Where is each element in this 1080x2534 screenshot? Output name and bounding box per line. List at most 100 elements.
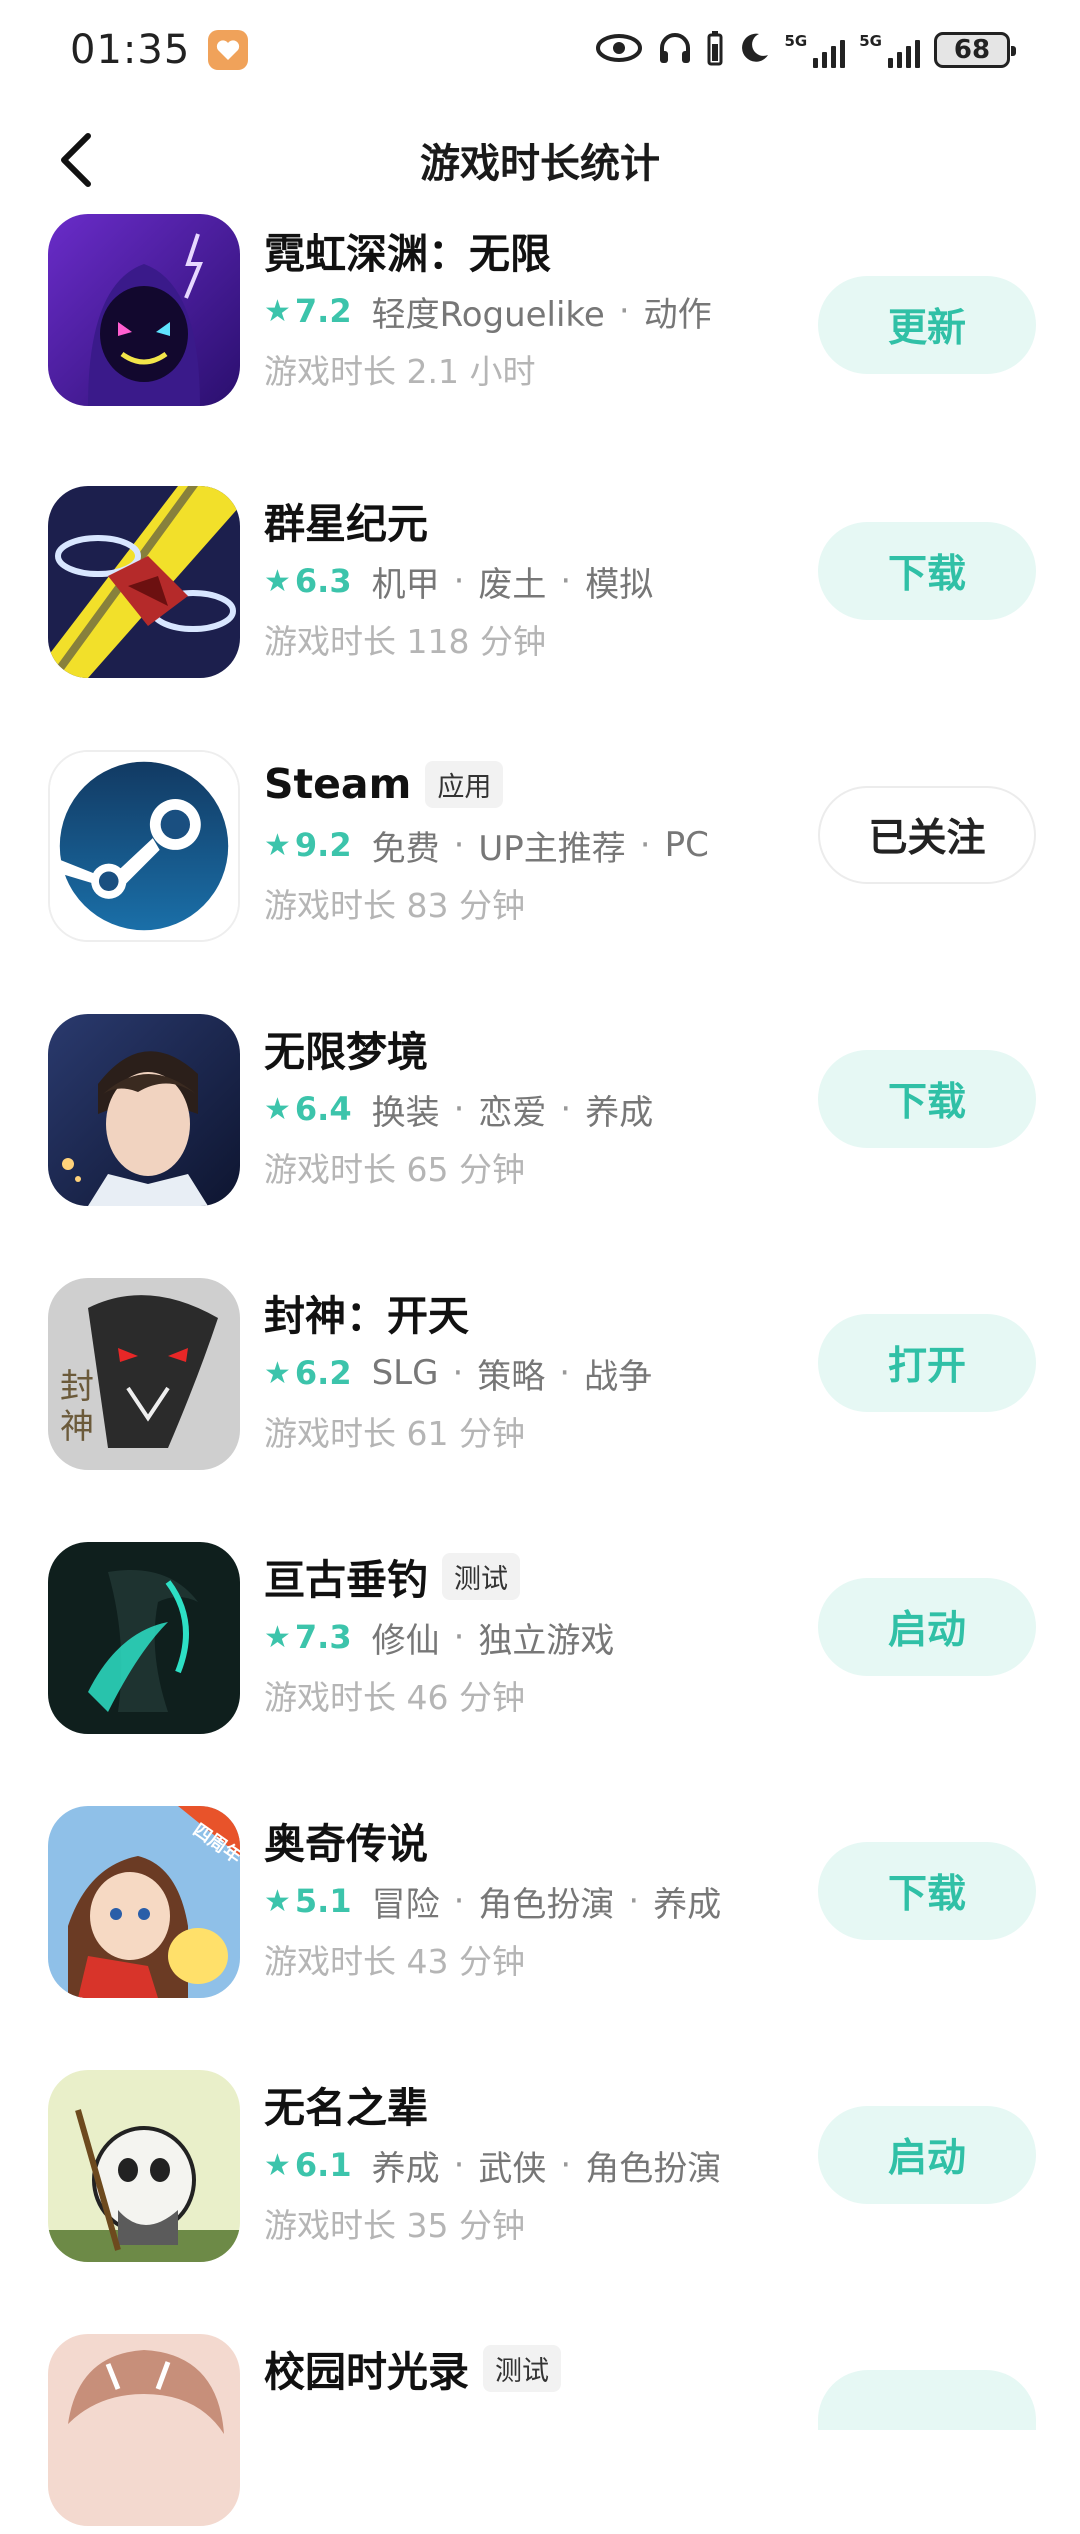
stellar-era-icon[interactable]	[48, 486, 240, 678]
list-item[interactable]: 无名之辈 ★ 6.1 养成 · 武侠 · 角色扮演 游戏时长 35 分钟 启动	[0, 2070, 1080, 2270]
signal-icon-1: 5G	[785, 32, 846, 68]
back-button[interactable]	[44, 128, 108, 192]
star-icon: ★	[264, 1091, 291, 1127]
network-type-1: 5G	[784, 32, 808, 50]
game-name: 亘古垂钓	[264, 1556, 428, 1604]
genre-tag: 机甲	[371, 564, 440, 605]
nameless-icon[interactable]	[48, 2070, 240, 2262]
open-button[interactable]: 打开	[818, 1314, 1036, 1412]
svg-text:封: 封	[60, 1367, 94, 1407]
game-info: 无限梦境 ★ 6.4 换装 · 恋爱 · 养成 游戏时长 65 分钟	[264, 1020, 784, 1194]
game-meta: ★ 6.2 SLG · 策略 · 战争	[264, 1346, 784, 1400]
genre-tag: 养成	[585, 1092, 654, 1133]
game-meta: ★ 9.2 免费 · UP主推荐 · PC	[264, 818, 784, 872]
game-name: 无限梦境	[264, 1028, 428, 1076]
genre-tag: 换装	[371, 1092, 440, 1133]
launch-button[interactable]: 启动	[818, 1578, 1036, 1676]
game-playtime: 游戏时长 46 分钟	[264, 1678, 525, 1717]
star-icon: ★	[264, 827, 291, 863]
neon-abyss-icon[interactable]	[48, 214, 240, 406]
game-info: 亘古垂钓 测试 ★ 7.3 修仙 · 独立游戏 游戏时长 46 分钟	[264, 1548, 784, 1722]
campus-time-icon[interactable]	[48, 2334, 240, 2526]
download-button[interactable]: 下载	[818, 522, 1036, 620]
game-info: 校园时光录 测试	[264, 2340, 784, 2396]
genre-tag: UP主推荐	[478, 828, 626, 869]
game-playtime: 游戏时长 43 分钟	[264, 1942, 525, 1981]
followed-button[interactable]: 已关注	[818, 786, 1036, 884]
status-bar: 01:35 5G 5G 68	[0, 0, 1080, 100]
game-playtime: 游戏时长 65 分钟	[264, 1150, 525, 1189]
game-meta: ★ 7.2 轻度Roguelike · 动作	[264, 284, 784, 338]
moon-icon	[737, 31, 771, 69]
game-rating: 9.2	[294, 826, 352, 864]
star-icon: ★	[264, 1619, 291, 1655]
genre-tag: 战争	[584, 1356, 653, 1397]
game-rating: 7.2	[294, 292, 352, 330]
download-button[interactable]: 下载	[818, 1050, 1036, 1148]
list-item[interactable]: 封 神 封神：开天 ★ 6.2 SLG · 策略 · 战争 游戏时长 61 分钟…	[0, 1278, 1080, 1478]
game-name: 群星纪元	[264, 500, 428, 548]
list-item[interactable]: 亘古垂钓 测试 ★ 7.3 修仙 · 独立游戏 游戏时长 46 分钟 启动	[0, 1542, 1080, 1742]
status-time: 01:35	[70, 27, 191, 73]
game-meta: ★ 6.4 换装 · 恋爱 · 养成	[264, 1082, 784, 1136]
list-item[interactable]: 校园时光录 测试	[0, 2334, 1080, 2534]
list-item[interactable]: 无限梦境 ★ 6.4 换装 · 恋爱 · 养成 游戏时长 65 分钟 下载	[0, 1014, 1080, 1214]
notification-app-icon	[208, 30, 249, 70]
chevron-left-icon	[61, 133, 91, 187]
star-icon: ★	[264, 563, 291, 599]
status-icons: 5G 5G 68	[595, 28, 1016, 72]
game-rating: 6.3	[294, 562, 352, 600]
genre-tag: 动作	[643, 294, 712, 335]
list-item[interactable]: Steam 应用 ★ 9.2 免费 · UP主推荐 · PC 游戏时长 83 分…	[0, 750, 1080, 950]
game-meta: ★ 7.3 修仙 · 独立游戏	[264, 1610, 784, 1664]
game-playtime: 游戏时长 83 分钟	[264, 886, 525, 925]
game-info: Steam 应用 ★ 9.2 免费 · UP主推荐 · PC 游戏时长 83 分…	[264, 756, 784, 930]
game-rating: 6.4	[294, 1090, 352, 1128]
eye-icon	[595, 33, 643, 67]
battery-saver-icon	[707, 30, 723, 70]
game-name: 封神：开天	[264, 1292, 469, 1340]
signal-icon-2: 5G	[859, 32, 920, 68]
genre-tag: 角色扮演	[585, 2148, 722, 2189]
game-info: 奥奇传说 ★ 5.1 冒险 · 角色扮演 · 养成 游戏时长 43 分钟	[264, 1812, 784, 1986]
game-name: 霓虹深渊：无限	[264, 230, 551, 278]
game-info: 封神：开天 ★ 6.2 SLG · 策略 · 战争 游戏时长 61 分钟	[264, 1284, 784, 1458]
game-info: 霓虹深渊：无限 ★ 7.2 轻度Roguelike · 动作 游戏时长 2.1 …	[264, 222, 784, 396]
genre-tag: PC	[664, 825, 709, 865]
genre-tag: 免费	[371, 828, 440, 869]
genre-tag: 角色扮演	[478, 1884, 615, 1925]
test-tag-badge: 测试	[442, 1552, 520, 1600]
genre-tag: 养成	[371, 2148, 440, 2189]
game-name: 校园时光录	[264, 2348, 469, 2396]
game-playtime: 游戏时长 61 分钟	[264, 1414, 525, 1453]
ancient-fishing-icon[interactable]	[48, 1542, 240, 1734]
launch-button[interactable]: 启动	[818, 2106, 1036, 2204]
page-header: 游戏时长统计	[0, 110, 1080, 210]
test-tag-badge: 测试	[483, 2344, 561, 2392]
page-title: 游戏时长统计	[420, 141, 660, 187]
genre-tag: 冒险	[371, 1884, 440, 1925]
list-item[interactable]: 四周年 奥奇传说 ★ 5.1 冒险 · 角色扮演 · 养成 游戏时长 43 分钟…	[0, 1806, 1080, 2006]
game-rating: 5.1	[294, 1882, 352, 1920]
fengshen-icon[interactable]: 封 神	[48, 1278, 240, 1470]
game-playtime: 游戏时长 35 分钟	[264, 2206, 525, 2245]
game-meta: ★ 6.3 机甲 · 废土 · 模拟	[264, 554, 784, 608]
list-item[interactable]: 霓虹深渊：无限 ★ 7.2 轻度Roguelike · 动作 游戏时长 2.1 …	[0, 214, 1080, 434]
genre-tag: 轻度Roguelike	[371, 294, 605, 335]
game-playtime: 游戏时长 2.1 小时	[264, 352, 536, 391]
list-item[interactable]: 群星纪元 ★ 6.3 机甲 · 废土 · 模拟 游戏时长 118 分钟 下载	[0, 486, 1080, 686]
game-meta: ★ 5.1 冒险 · 角色扮演 · 养成	[264, 1874, 784, 1928]
game-info: 群星纪元 ★ 6.3 机甲 · 废土 · 模拟 游戏时长 118 分钟	[264, 492, 784, 666]
update-button[interactable]: 更新	[818, 276, 1036, 374]
action-button[interactable]	[818, 2370, 1036, 2430]
svg-text:神: 神	[60, 1407, 94, 1447]
aoqi-legend-icon[interactable]: 四周年	[48, 1806, 240, 1998]
steam-icon[interactable]	[48, 750, 240, 942]
download-button[interactable]: 下载	[818, 1842, 1036, 1940]
game-info: 无名之辈 ★ 6.1 养成 · 武侠 · 角色扮演 游戏时长 35 分钟	[264, 2076, 784, 2250]
infinite-dream-icon[interactable]	[48, 1014, 240, 1206]
genre-tag: 废土	[478, 564, 547, 605]
genre-tag: 养成	[653, 1884, 722, 1925]
battery-indicator: 68	[934, 32, 1016, 68]
genre-tag: 模拟	[585, 564, 654, 605]
